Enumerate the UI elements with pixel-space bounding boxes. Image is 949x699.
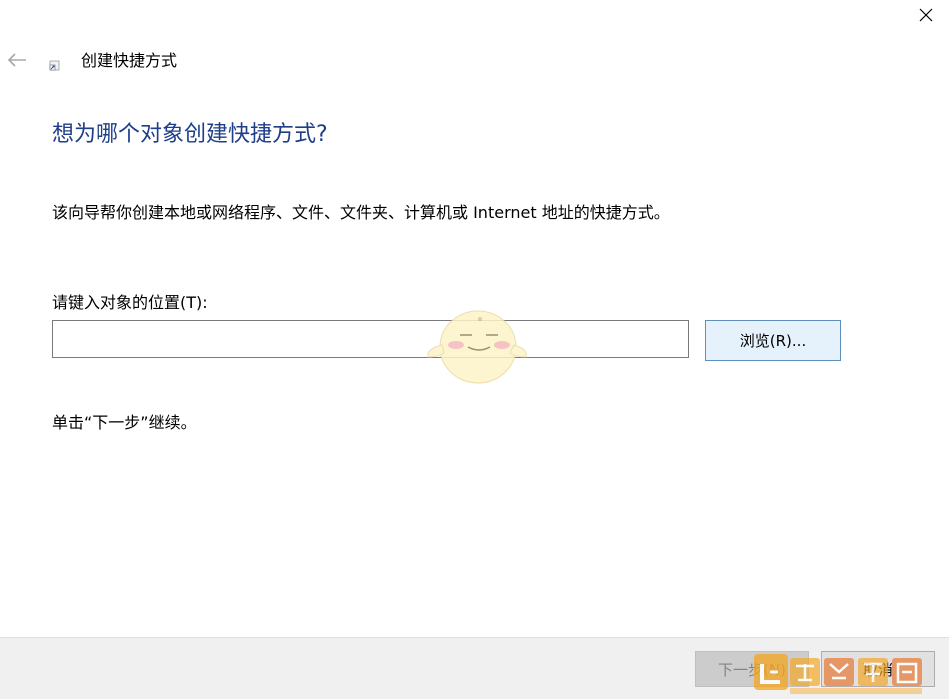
window-title: 创建快捷方式 xyxy=(81,51,178,70)
continue-hint: 单击“下一步”继续。 xyxy=(52,413,197,432)
site-logo-watermark xyxy=(754,654,922,694)
wizard-description: 该向导帮你创建本地或网络程序、文件、文件夹、计算机或 Internet 地址的快… xyxy=(52,203,670,222)
shortcut-icon xyxy=(49,60,60,71)
close-icon xyxy=(919,8,933,22)
browse-button[interactable]: 浏览(R)... xyxy=(705,320,841,361)
create-shortcut-dialog: 创建快捷方式 想为哪个对象创建快捷方式? 该向导帮你创建本地或网络程序、文件、文… xyxy=(0,0,949,699)
close-button[interactable] xyxy=(903,0,949,30)
back-arrow-icon xyxy=(7,53,26,67)
page-heading: 想为哪个对象创建快捷方式? xyxy=(52,122,328,147)
location-label: 请键入对象的位置(T): xyxy=(52,293,208,312)
back-button[interactable] xyxy=(4,47,30,73)
location-input[interactable] xyxy=(52,320,689,358)
mascot-watermark xyxy=(427,310,527,384)
